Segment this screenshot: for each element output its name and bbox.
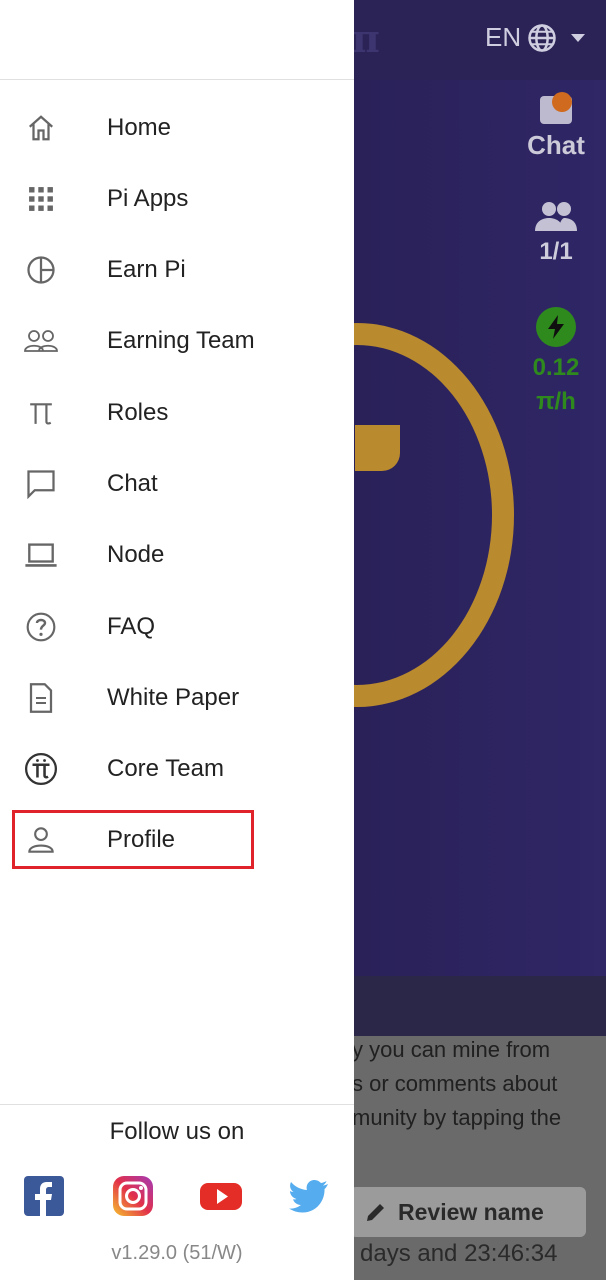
grid-icon [22,180,60,218]
info-text-line: s or comments about [352,1071,558,1096]
menu-item-label: Node [107,541,165,568]
chat-icon [22,465,60,503]
twitter-link[interactable] [287,1174,331,1218]
menu-item-chat[interactable]: Chat [0,454,354,514]
team-icon [22,322,60,360]
instagram-link[interactable] [111,1174,155,1218]
menu-item-label: White Paper [107,684,240,711]
notification-dot [552,92,572,112]
info-text-line: munity by tapping the [352,1105,562,1130]
drawer-header [0,0,354,80]
chat-shortcut[interactable]: Chat [525,92,587,161]
pi-logo: π [352,16,380,61]
menu-item-core-team[interactable]: Core Team [0,739,354,799]
question-icon [22,608,60,646]
team-count: 1/1 [539,238,573,265]
menu-item-earning-team[interactable]: Earning Team [0,311,354,371]
laptop-icon [22,536,60,574]
mining-rate[interactable]: 0.12 π/h [524,307,588,419]
profile-highlight-box [12,810,254,869]
youtube-link[interactable] [199,1174,243,1218]
review-name-label: Review name [398,1198,544,1225]
menu-item-white-paper[interactable]: White Paper [0,668,354,728]
chat-bubble-icon [540,92,572,124]
menu-item-earn-pi[interactable]: Earn Pi [0,240,354,300]
pencil-icon [367,1204,384,1221]
pi-coin-glyph [355,425,400,471]
facebook-icon [24,1176,64,1216]
menu-item-roles[interactable]: Roles [0,383,354,443]
menu-item-node[interactable]: Node [0,525,354,585]
mining-rate-unit: π/h [536,388,576,415]
navigation-drawer: Home Pi Apps Earn Pi Earning Team Roles [0,0,354,1280]
session-countdown: days and 23:46:34 [360,1240,558,1267]
pie-icon [22,251,60,289]
follow-us-title: Follow us on [109,1118,245,1145]
review-name-button[interactable]: Review name [350,1187,586,1237]
pi-icon [22,394,60,432]
lightning-icon [536,307,576,347]
menu-item-label: Earning Team [107,327,255,354]
twitter-icon [289,1180,328,1213]
home-icon [22,109,60,147]
chat-shortcut-label: Chat [527,130,585,160]
menu-item-label: Roles [107,399,169,426]
people-icon [535,202,577,231]
language-selector[interactable]: EN [485,22,586,53]
mining-rate-value: 0.12 [532,354,580,381]
menu-item-label: Earn Pi [107,256,186,283]
team-counter[interactable]: 1/1 [527,200,585,266]
pi-coin-icon [22,750,60,788]
menu-item-pi-apps[interactable]: Pi Apps [0,169,354,229]
app-version: v1.29.0 (51/W) [111,1242,243,1264]
instagram-icon [113,1176,153,1216]
chevron-down-icon [571,33,586,42]
menu-item-label: FAQ [107,613,156,640]
menu-item-label: Pi Apps [107,185,189,212]
globe-icon [528,23,556,52]
menu-item-label: Core Team [107,755,224,782]
divider [0,1104,354,1105]
document-icon [22,679,60,717]
menu-item-faq[interactable]: FAQ [0,597,354,657]
menu-item-home[interactable]: Home [0,98,354,158]
youtube-icon [200,1183,242,1210]
menu-item-label: Home [107,114,172,141]
info-text-line: y you can mine from [352,1037,551,1062]
facebook-link[interactable] [22,1174,66,1218]
menu-item-label: Chat [107,470,158,497]
language-code: EN [485,22,522,52]
